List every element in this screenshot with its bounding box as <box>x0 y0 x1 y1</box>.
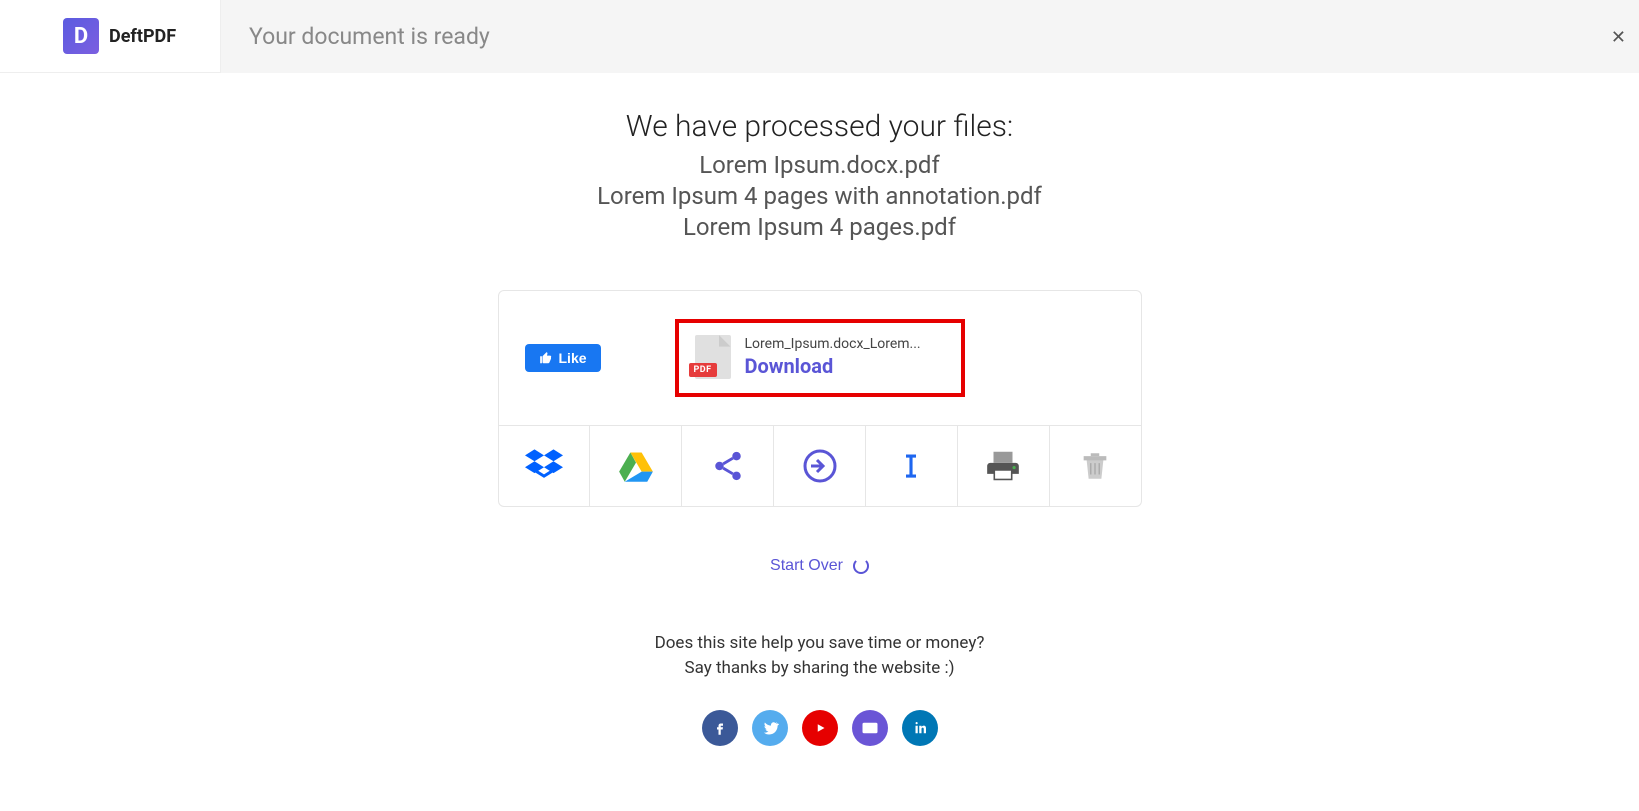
start-over-label: Start Over <box>770 557 843 575</box>
top-bar: D DeftPDF Your document is ready ✕ <box>0 0 1639 73</box>
share-button[interactable] <box>682 426 774 506</box>
processed-heading: We have processed your files: <box>0 109 1639 144</box>
social-row <box>0 710 1639 746</box>
pdf-file-icon: PDF <box>695 335 731 379</box>
pdf-badge: PDF <box>689 363 717 377</box>
google-drive-icon <box>617 447 655 485</box>
card-top-row: Like PDF Lorem_Ipsum.docx_Lorem... Downl… <box>499 291 1141 425</box>
start-over-button[interactable]: Start Over <box>770 557 869 575</box>
share-linkedin-button[interactable] <box>902 710 938 746</box>
download-texts: Lorem_Ipsum.docx_Lorem... Download <box>745 336 945 378</box>
printer-icon <box>984 447 1022 485</box>
header-bar: Your document is ready ✕ <box>221 0 1639 73</box>
text-cursor-icon <box>892 447 930 485</box>
trash-icon <box>1076 447 1114 485</box>
brand-logo[interactable]: D DeftPDF <box>0 0 221 73</box>
refresh-icon <box>853 558 869 574</box>
dropbox-icon <box>525 447 563 485</box>
facebook-like-button[interactable]: Like <box>525 344 601 372</box>
share-twitter-button[interactable] <box>752 710 788 746</box>
share-email-button[interactable] <box>852 710 888 746</box>
thanks-line2: Say thanks by sharing the website :) <box>0 656 1639 682</box>
download-filename: Lorem_Ipsum.docx_Lorem... <box>745 336 945 352</box>
email-icon <box>861 719 879 737</box>
brand-logo-icon: D <box>63 18 99 54</box>
twitter-icon <box>761 719 779 737</box>
page-title: Your document is ready <box>249 23 490 50</box>
share-icon <box>709 447 747 485</box>
close-button[interactable]: ✕ <box>1611 28 1626 46</box>
like-wrap: Like <box>525 344 675 372</box>
print-button[interactable] <box>958 426 1050 506</box>
processed-file: Lorem Ipsum 4 pages with annotation.pdf <box>0 181 1639 212</box>
processed-file: Lorem Ipsum.docx.pdf <box>0 150 1639 181</box>
share-youtube-button[interactable] <box>802 710 838 746</box>
brand-name: DeftPDF <box>109 26 176 47</box>
download-label: Download <box>745 354 945 378</box>
arrow-circle-right-icon <box>801 447 839 485</box>
main-content: We have processed your files: Lorem Ipsu… <box>0 73 1639 746</box>
thanks-block: Does this site help you save time or mon… <box>0 631 1639 682</box>
download-card: Like PDF Lorem_Ipsum.docx_Lorem... Downl… <box>498 290 1142 507</box>
action-row <box>499 425 1141 506</box>
processed-file-list: Lorem Ipsum.docx.pdf Lorem Ipsum 4 pages… <box>0 150 1639 244</box>
linkedin-icon <box>911 719 929 737</box>
save-to-google-drive-button[interactable] <box>590 426 682 506</box>
delete-button[interactable] <box>1050 426 1141 506</box>
processed-file: Lorem Ipsum 4 pages.pdf <box>0 212 1639 243</box>
close-icon: ✕ <box>1611 27 1626 47</box>
start-over-row: Start Over <box>0 555 1639 575</box>
share-facebook-button[interactable] <box>702 710 738 746</box>
thanks-line1: Does this site help you save time or mon… <box>0 631 1639 657</box>
youtube-play-icon <box>811 719 829 737</box>
save-to-dropbox-button[interactable] <box>499 426 591 506</box>
download-button[interactable]: PDF Lorem_Ipsum.docx_Lorem... Download <box>675 319 965 397</box>
facebook-icon <box>711 719 729 737</box>
thumb-up-icon <box>539 351 553 365</box>
like-label: Like <box>559 350 587 366</box>
rename-button[interactable] <box>866 426 958 506</box>
export-button[interactable] <box>774 426 866 506</box>
